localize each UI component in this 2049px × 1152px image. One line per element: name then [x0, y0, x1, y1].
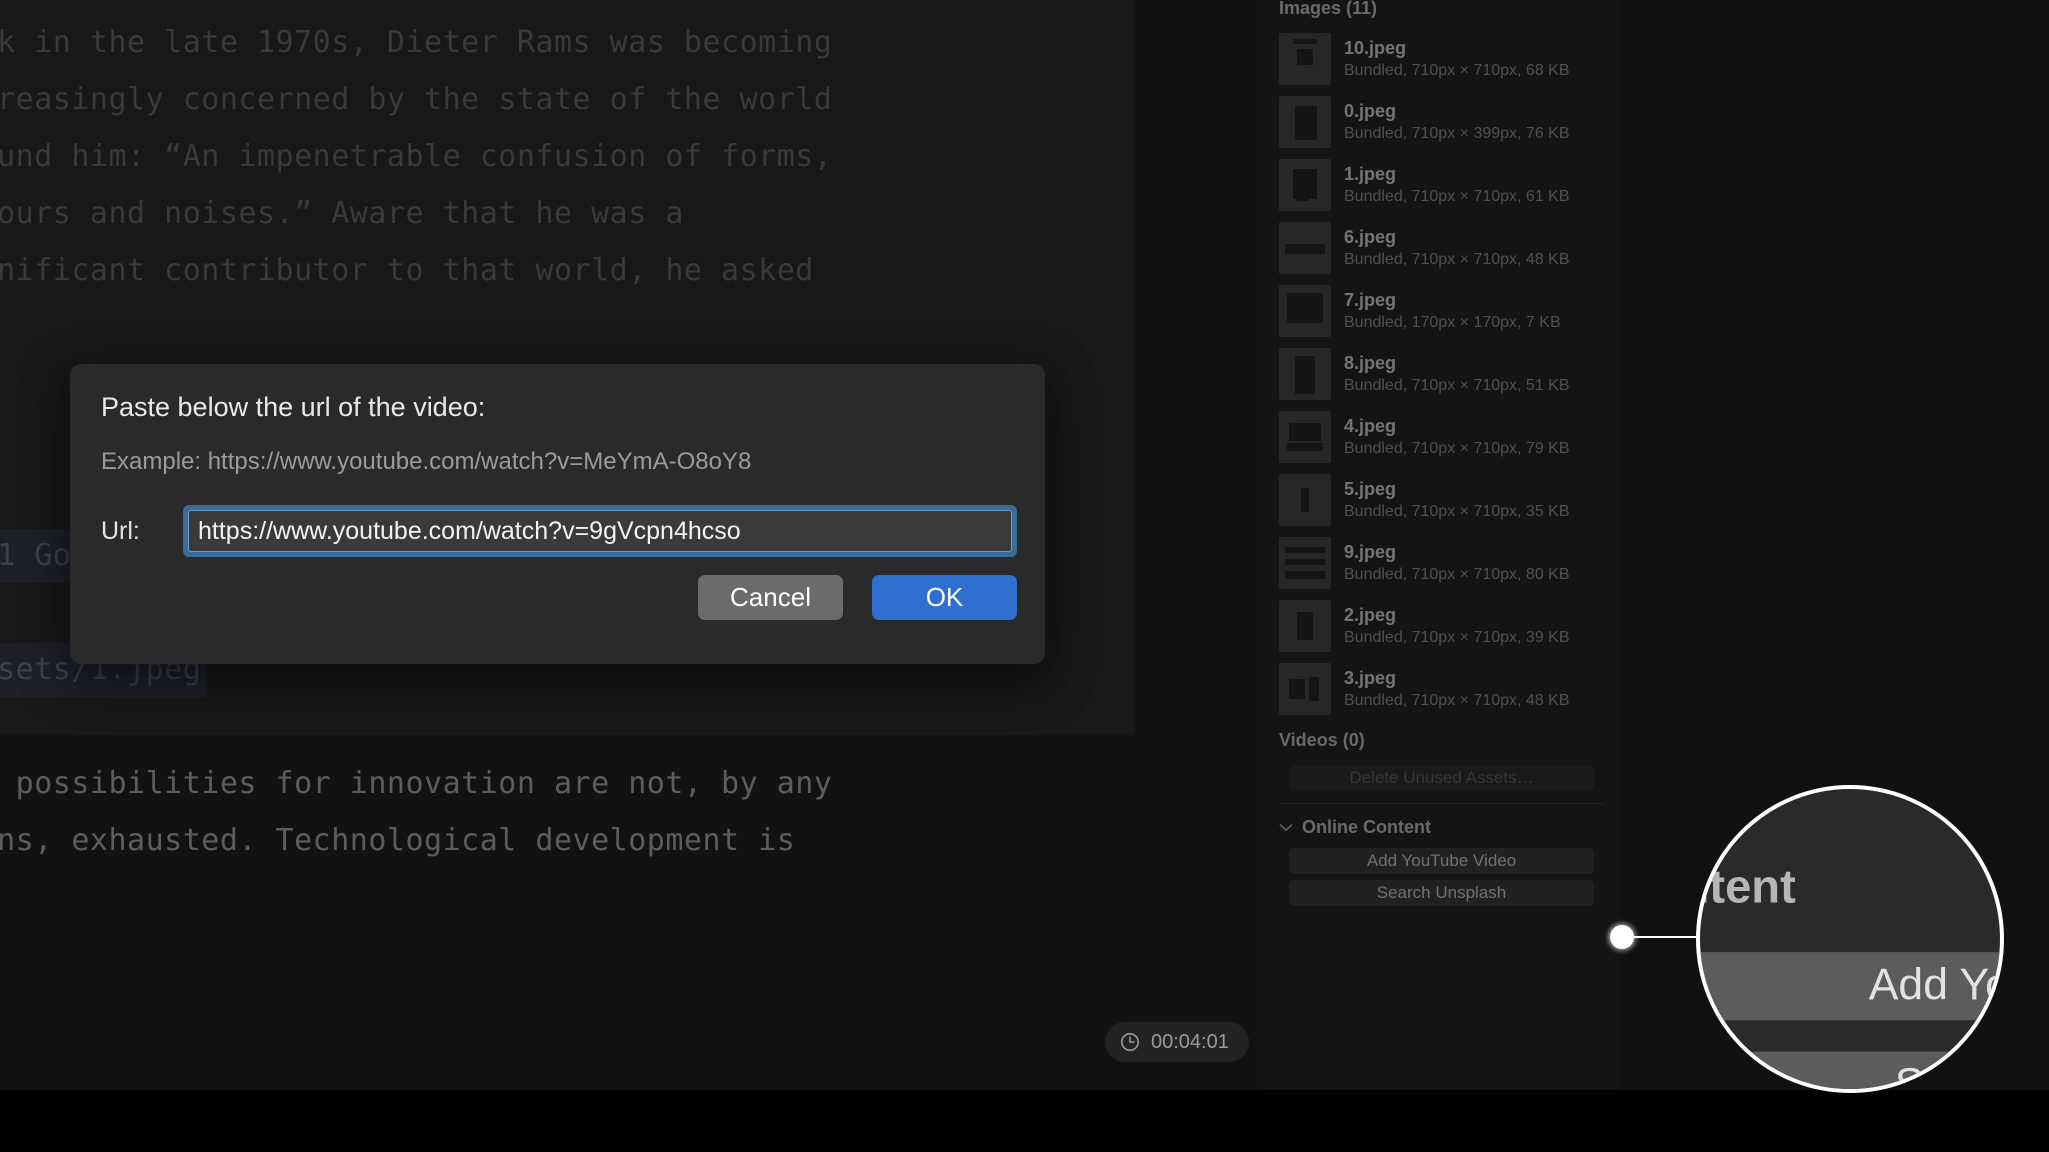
asset-meta: 2.jpeg Bundled, 710px × 710px, 39 KB [1344, 603, 1570, 649]
magnifier-callout: ntent Add YouTube Video Search Unsplash [1696, 785, 2004, 1093]
image-asset-row[interactable]: 0.jpeg Bundled, 710px × 399px, 76 KB [1263, 90, 1620, 153]
images-section-header: Images (11) [1279, 0, 1378, 18]
asset-meta: 1.jpeg Bundled, 710px × 710px, 61 KB [1344, 162, 1570, 208]
image-asset-row[interactable]: 8.jpeg Bundled, 710px × 710px, 51 KB [1263, 342, 1620, 405]
ok-button[interactable]: OK [872, 575, 1017, 620]
asset-meta: 8.jpeg Bundled, 710px × 710px, 51 KB [1344, 351, 1570, 397]
dialog-button-row: Cancel OK [698, 575, 1017, 620]
image-asset-row[interactable]: 10.jpeg Bundled, 710px × 710px, 68 KB [1263, 27, 1620, 90]
online-content-label: Online Content [1302, 817, 1431, 837]
image-asset-row[interactable]: 7.jpeg Bundled, 170px × 170px, 7 KB [1263, 279, 1620, 342]
dialog-example-text: Example: https://www.youtube.com/watch?v… [101, 448, 752, 475]
asset-thumbnail [1279, 347, 1331, 400]
magnified-online-content-label: ntent [1700, 860, 1796, 913]
asset-meta: 6.jpeg Bundled, 710px × 710px, 48 KB [1344, 225, 1570, 271]
asset-meta: 5.jpeg Bundled, 710px × 710px, 35 KB [1344, 477, 1570, 523]
clock-icon [1119, 1031, 1141, 1053]
search-unsplash-button[interactable]: Search Unsplash [1289, 880, 1594, 906]
asset-thumbnail [1279, 158, 1331, 211]
asset-details: Bundled, 710px × 710px, 79 KB [1344, 439, 1570, 457]
asset-meta: 0.jpeg Bundled, 710px × 399px, 76 KB [1344, 99, 1570, 145]
asset-filename: 8.jpeg [1344, 352, 1397, 373]
asset-details: Bundled, 710px × 399px, 76 KB [1344, 124, 1570, 142]
elapsed-time-label: 00:04:01 [1151, 1030, 1229, 1053]
asset-thumbnail [1279, 410, 1331, 463]
image-asset-list[interactable]: 10.jpeg Bundled, 710px × 710px, 68 KB 0.jp… [1263, 27, 1620, 720]
asset-filename: 3.jpeg [1344, 667, 1397, 688]
editor-line: ack in the late 1970s, Dieter Rams was b… [0, 25, 833, 60]
online-content-disclosure[interactable]: Online Content [1263, 804, 1620, 842]
asset-details: Bundled, 710px × 710px, 39 KB [1344, 628, 1570, 646]
asset-thumbnail [1279, 662, 1331, 715]
asset-details: Bundled, 710px × 710px, 61 KB [1344, 187, 1570, 205]
asset-thumbnail [1279, 284, 1331, 337]
asset-details: Bundled, 170px × 170px, 7 KB [1344, 313, 1561, 331]
videos-section-header: Videos (0) [1279, 730, 1365, 750]
editor-line: ignificant contributor to that world, he… [0, 253, 814, 288]
image-asset-row[interactable]: 2.jpeg Bundled, 710px × 710px, 39 KB [1263, 594, 1620, 657]
url-row: Url: [101, 502, 1017, 560]
asset-filename: 1.jpeg [1344, 163, 1397, 184]
editor-line: ne possibilities for innovation are not,… [0, 766, 833, 801]
image-asset-row[interactable]: 9.jpeg Bundled, 710px × 710px, 80 KB [1263, 531, 1620, 594]
asset-filename: 6.jpeg [1344, 226, 1397, 247]
status-badge: 00:04:01 [1105, 1022, 1249, 1062]
asset-filename: 10.jpeg [1344, 37, 1407, 58]
url-input[interactable] [188, 510, 1012, 552]
asset-details: Bundled, 710px × 710px, 48 KB [1344, 691, 1570, 709]
add-youtube-video-dialog: Paste below the url of the video: Exampl… [70, 364, 1045, 664]
asset-thumbnail [1279, 473, 1331, 526]
asset-filename: 5.jpeg [1344, 478, 1397, 499]
asset-filename: 7.jpeg [1344, 289, 1397, 310]
asset-thumbnail [1279, 95, 1331, 148]
url-field-label: Url: [101, 516, 140, 545]
asset-filename: 9.jpeg [1344, 541, 1397, 562]
dialog-title: Paste below the url of the video: [101, 392, 486, 422]
asset-meta: 7.jpeg Bundled, 170px × 170px, 7 KB [1344, 288, 1561, 334]
asset-thumbnail [1279, 32, 1331, 85]
asset-meta: 9.jpeg Bundled, 710px × 710px, 80 KB [1344, 540, 1570, 586]
asset-details: Bundled, 710px × 710px, 35 KB [1344, 502, 1570, 520]
image-asset-row[interactable]: 4.jpeg Bundled, 710px × 710px, 79 KB [1263, 405, 1620, 468]
image-asset-row[interactable]: 5.jpeg Bundled, 710px × 710px, 35 KB [1263, 468, 1620, 531]
editor-line: ncreasingly concerned by the state of th… [0, 82, 833, 117]
asset-thumbnail [1279, 536, 1331, 589]
editor-line: eans, exhausted. Technological developme… [0, 823, 796, 858]
editor-line: olours and noises.” Aware that he was a [0, 196, 684, 231]
asset-filename: 4.jpeg [1344, 415, 1397, 436]
magnified-search-unsplash-button[interactable]: Search Unsplash [1700, 1051, 2000, 1089]
asset-details: Bundled, 710px × 710px, 80 KB [1344, 565, 1570, 583]
editor-line: round him: “An impenetrable confusion of… [0, 139, 833, 174]
callout-anchor-dot [1610, 925, 1634, 949]
assets-sidebar[interactable]: Images (11) 10.jpeg Bundled, 710px × 710p… [1263, 0, 1620, 1090]
asset-filename: 2.jpeg [1344, 604, 1397, 625]
asset-filename: 0.jpeg [1344, 100, 1397, 121]
asset-details: Bundled, 710px × 710px, 51 KB [1344, 376, 1570, 394]
add-youtube-video-button[interactable]: Add YouTube Video [1289, 848, 1594, 874]
chevron-down-icon[interactable] [1279, 820, 1293, 835]
url-input-focus-ring [183, 505, 1017, 557]
asset-details: Bundled, 710px × 710px, 68 KB [1344, 61, 1570, 79]
delete-unused-assets-button[interactable]: Delete Unused Assets… [1289, 765, 1594, 791]
image-asset-row[interactable]: 1.jpeg Bundled, 710px × 710px, 61 KB [1263, 153, 1620, 216]
asset-meta: 10.jpeg Bundled, 710px × 710px, 68 KB [1344, 36, 1570, 82]
asset-thumbnail [1279, 599, 1331, 652]
asset-details: Bundled, 710px × 710px, 48 KB [1344, 250, 1570, 268]
image-asset-row[interactable]: 3.jpeg Bundled, 710px × 710px, 48 KB [1263, 657, 1620, 720]
asset-meta: 3.jpeg Bundled, 710px × 710px, 48 KB [1344, 666, 1570, 712]
asset-meta: 4.jpeg Bundled, 710px × 710px, 79 KB [1344, 414, 1570, 460]
cancel-button[interactable]: Cancel [698, 575, 843, 620]
asset-thumbnail [1279, 221, 1331, 274]
image-asset-row[interactable]: 6.jpeg Bundled, 710px × 710px, 48 KB [1263, 216, 1620, 279]
magnified-add-youtube-video-button[interactable]: Add YouTube Video [1700, 952, 2000, 1021]
